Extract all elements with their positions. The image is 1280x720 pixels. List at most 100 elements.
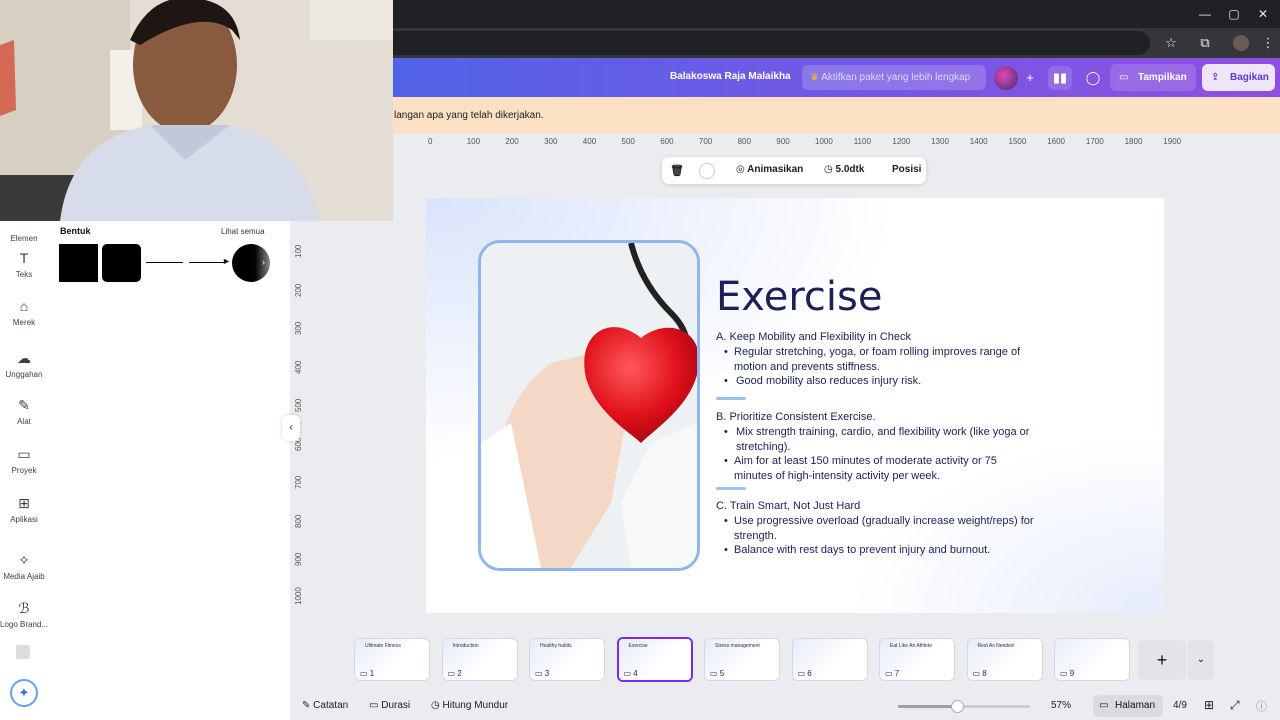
help-icon[interactable]: ⓘ (1256, 698, 1267, 714)
page-thumbnail[interactable]: Exercise ▭ 4 (616, 637, 693, 682)
rail-item-alat[interactable]: ✎ Alat (0, 396, 48, 426)
thumbnail-title: Ultimate Fitness (365, 643, 401, 649)
rail-item-media-ajaib[interactable]: ✧ Media Ajaib (0, 551, 48, 581)
page-thumbnail[interactable]: Rest As Needed ▭ 8 (966, 638, 1043, 681)
zoom-level[interactable]: 57% (1051, 700, 1071, 711)
apps-icon: ⊞ (18, 495, 30, 511)
bullet-item[interactable]: • Regular stretching, yoga, or foam rolli… (724, 345, 1034, 375)
page-thumbnail[interactable]: Introduction ▭ 2 (441, 638, 518, 681)
square-shape[interactable] (59, 244, 98, 282)
rail-item-merek[interactable]: ⌂ Merek (0, 297, 48, 327)
thumbnail-title: Rest As Needed (977, 643, 1014, 649)
bookmark-star-icon[interactable]: ☆ (1163, 35, 1179, 51)
section-heading[interactable]: C. Train Smart, Not Just Hard (716, 500, 860, 512)
page-thumbnail[interactable]: ▭ 6 (791, 638, 868, 681)
rail-item-unggahan[interactable]: ☁ Unggahan (0, 349, 48, 379)
more-apps-icon[interactable] (16, 645, 30, 659)
arrow-head-icon: ► (222, 256, 231, 266)
see-all-link[interactable]: Lihat semua (221, 227, 265, 236)
ruler-tick-label: 800 (294, 514, 303, 528)
page-thumbnail[interactable]: ▭ 9 (1054, 638, 1130, 681)
ruler-tick-label: 100 (466, 137, 481, 146)
address-field[interactable] (380, 31, 1150, 55)
section-heading[interactable]: A. Keep Mobility and Flexibility in Chec… (716, 331, 911, 343)
present-button[interactable]: ▭ Tampilkan (1110, 64, 1196, 91)
bullet-item[interactable]: • Aim for at least 150 minutes of moderat… (724, 454, 1034, 484)
thumbnail-number: ▭ 1 (360, 669, 374, 678)
insights-icon[interactable]: ▮▮ (1048, 66, 1072, 90)
horizontal-ruler: 0 100 200 300 400 500 600 700 800 900 1000 1100 1200… (392, 134, 1280, 150)
arrow-line-shape[interactable] (189, 262, 226, 263)
pages-button[interactable]: ▭ Halaman (1093, 695, 1163, 717)
browser-menu-icon[interactable]: ⋮ (1260, 35, 1276, 51)
text-icon: T (19, 250, 29, 266)
project-name[interactable]: Balakoswa Raja Malaikha (670, 71, 791, 82)
rail-item-proyek[interactable]: ▭ Proyek (0, 445, 48, 475)
comment-count-icon: ▭ (447, 669, 458, 678)
ruler-tick-label: 200 (294, 283, 303, 297)
upgrade-button[interactable]: ♛ Aktifkan paket yang lebih lengkap (802, 65, 986, 90)
section-heading[interactable]: B. Prioritize Consistent Exercise. (716, 411, 876, 423)
comment-icon[interactable]: ◯ (1081, 66, 1105, 90)
zoom-slider[interactable] (898, 700, 1030, 713)
duration-button[interactable]: ◷ 5.0dtk (824, 164, 864, 175)
comment-count-icon: ▭ (885, 669, 895, 678)
crown-icon: ♛ (810, 72, 822, 83)
comment-count-icon: ▭ (797, 669, 808, 678)
thumbnail-number: ▭ 6 (798, 669, 812, 678)
profile-avatar-icon[interactable] (1233, 35, 1249, 51)
chevron-down-icon[interactable]: ⌄ (1188, 640, 1214, 680)
notes-button[interactable]: ✎ Catatan (302, 700, 348, 711)
rail-item-logo-brand[interactable]: ℬ Logo Brand... (0, 599, 48, 629)
page-number: 5 (719, 669, 725, 678)
close-icon[interactable]: ✕ (1254, 5, 1272, 23)
ruler-tick-label: 700 (294, 475, 303, 489)
rail-label: Alat (17, 417, 31, 426)
magic-assistant-icon[interactable]: ✦ (10, 679, 38, 707)
avatar[interactable] (994, 66, 1018, 90)
maximize-icon[interactable]: ▢ (1225, 5, 1243, 23)
ruler-tick-label: 400 (294, 360, 303, 374)
scroll-right-icon[interactable]: › (262, 257, 265, 267)
rail-item-teks[interactable]: T Teks (0, 249, 48, 279)
heart-photo[interactable] (478, 240, 700, 571)
extensions-icon[interactable]: ⧉ (1197, 35, 1213, 51)
slide-canvas[interactable]: Exercise A. Keep Mobility and Flexibilit… (426, 198, 1164, 613)
line-shape[interactable] (146, 262, 183, 263)
ruler-tick-label: 1900 (1163, 137, 1182, 146)
rail-label: Proyek (11, 466, 37, 475)
pages-icon: ▭ (1099, 700, 1109, 711)
rail-item-aplikasi[interactable]: ⊞ Aplikasi (0, 494, 48, 524)
animate-button[interactable]: ◎ Animasikan (736, 164, 803, 175)
page-thumbnail[interactable]: Eat Like An Athlete ▭ 7 (879, 638, 955, 681)
bottom-bar: ✎ Catatan ▭ Durasi ◷ Hitung Mundur 57% ▭… (290, 692, 1280, 720)
zoom-slider-handle[interactable] (951, 700, 965, 713)
bullet-item[interactable]: • Balance with rest days to prevent injur… (724, 543, 1034, 558)
ruler-tick-label: 100 (294, 244, 303, 258)
add-page-button[interactable]: + (1138, 640, 1186, 680)
fullscreen-icon[interactable]: ⤢ (1230, 698, 1240, 713)
bullet-item[interactable]: • Use progressive overload (gradually inc… (724, 514, 1034, 544)
delete-icon[interactable]: 🗑 (670, 164, 684, 177)
collapse-panel-button[interactable]: ‹ (282, 415, 300, 441)
duration-toggle[interactable]: ▭ Durasi (369, 700, 410, 711)
grid-view-icon[interactable]: ⊞ (1204, 698, 1214, 712)
folder-icon: ▭ (17, 446, 31, 462)
slide-title[interactable]: Exercise (716, 274, 882, 320)
thumbnail-number: ▭ 7 (885, 669, 899, 678)
color-swatch[interactable] (699, 163, 715, 179)
thumbnail-title: Introduction (452, 643, 479, 649)
rounded-square-shape[interactable] (102, 244, 141, 282)
bullet-item[interactable]: • Mix strength training, cardio, and flex… (724, 425, 1034, 455)
position-button[interactable]: Posisi (892, 164, 921, 175)
minimize-icon[interactable]: — (1196, 5, 1214, 23)
page-thumbnail[interactable]: Healthy habits ▭ 3 (529, 638, 605, 681)
add-collaborator-icon[interactable]: + (1018, 66, 1042, 90)
countdown-button[interactable]: ◷ Hitung Mundur (431, 700, 508, 711)
heart-image (481, 243, 697, 568)
page-thumbnail[interactable]: Stress management ▭ 5 (704, 638, 780, 681)
present-label: Tampilkan (1138, 72, 1187, 83)
share-button[interactable]: ⇪ Bagikan (1202, 64, 1275, 91)
bullet-item[interactable]: • Good mobility also reduces injury risk. (724, 374, 1034, 389)
page-thumbnail[interactable]: Ultimate Fitness ▭ 1 (354, 638, 430, 681)
